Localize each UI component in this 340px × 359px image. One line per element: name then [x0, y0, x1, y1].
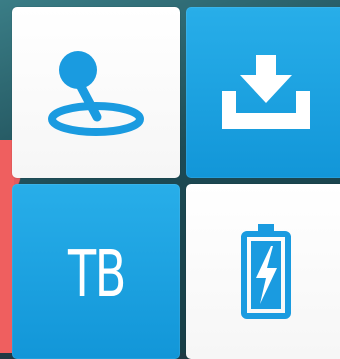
- download-tile[interactable]: [186, 7, 340, 178]
- tb-tile[interactable]: TB: [12, 184, 180, 359]
- battery-tile[interactable]: [186, 184, 340, 359]
- battery-charging-icon: [236, 222, 296, 322]
- tb-label: TB: [67, 237, 126, 312]
- location-tile[interactable]: [12, 7, 180, 178]
- location-pin-icon: [41, 43, 151, 143]
- download-tray-icon: [216, 53, 316, 133]
